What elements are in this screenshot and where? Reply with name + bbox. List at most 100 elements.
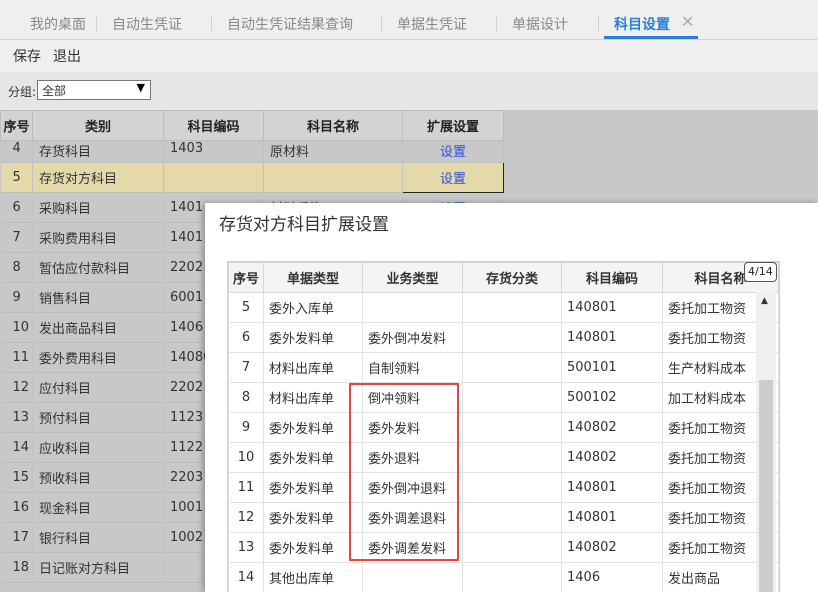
table-cell: 预收科目 <box>32 462 164 493</box>
table-cell[interactable] <box>462 532 562 563</box>
scroll-thumb[interactable] <box>759 380 773 592</box>
table-cell[interactable]: 委外发料单 <box>263 502 363 533</box>
table-cell[interactable]: 委外发料 <box>362 412 463 443</box>
table-cell[interactable]: 140801 <box>561 472 663 503</box>
table-cell[interactable]: 6 <box>228 322 264 353</box>
table-row[interactable]: 11 委外发料单 委外倒冲退料 140801 委托加工物资 <box>228 472 779 503</box>
table-cell[interactable] <box>462 472 562 503</box>
column-header: 扩展设置 <box>402 110 504 141</box>
tab-1[interactable]: 我的桌面 <box>30 14 86 34</box>
group-select-value: 全部 <box>42 84 67 98</box>
table-cell[interactable]: 5 <box>228 292 264 323</box>
table-cell[interactable]: 委外发料单 <box>263 322 363 353</box>
table-cell[interactable]: 13 <box>228 532 264 563</box>
table-cell[interactable]: 140802 <box>561 532 663 563</box>
column-header: 类别 <box>32 110 164 141</box>
table-row[interactable]: 12 委外发料单 委外调差退料 140801 委托加工物资 <box>228 502 779 533</box>
table-cell[interactable]: 8 <box>228 382 264 413</box>
table-cell <box>263 162 403 193</box>
table-cell[interactable]: 140802 <box>561 442 663 473</box>
table-cell[interactable]: 11 <box>228 472 264 503</box>
table-cell[interactable] <box>362 292 463 323</box>
table-cell[interactable]: 委外倒冲退料 <box>362 472 463 503</box>
table-cell[interactable]: 1406 <box>561 562 663 592</box>
table-cell[interactable]: 委外发料单 <box>263 472 363 503</box>
tab-4[interactable]: 单据生凭证 <box>397 14 467 34</box>
table-cell[interactable]: 委外调差退料 <box>362 502 463 533</box>
table-cell[interactable]: 自制领料 <box>362 352 463 383</box>
table-cell: 现金科目 <box>32 492 164 523</box>
table-cell: 委外费用科目 <box>32 342 164 373</box>
settings-link[interactable]: 设置 <box>402 140 504 163</box>
column-header: 单据类型 <box>263 262 363 293</box>
table-cell[interactable] <box>462 352 562 383</box>
extension-table: 序号 单据类型 业务类型 存货分类 科目编码 科目名称 5 委外入库单 140801 委托加工物… <box>228 262 779 592</box>
table-cell[interactable]: 140801 <box>561 322 663 353</box>
vertical-scrollbar[interactable]: ▲ <box>756 292 776 592</box>
table-row[interactable]: 6 委外发料单 委外倒冲发料 140801 委托加工物资 <box>228 322 779 353</box>
table-cell[interactable]: 9 <box>228 412 264 443</box>
table-cell <box>163 162 264 193</box>
tab-5[interactable]: 单据设计 <box>512 14 568 34</box>
table-row[interactable]: 9 委外发料单 委外发料 140802 委托加工物资 <box>228 412 779 443</box>
table-cell[interactable]: 140802 <box>561 412 663 443</box>
table-cell[interactable] <box>462 442 562 473</box>
table-cell[interactable]: 委外发料单 <box>263 412 363 443</box>
table-cell[interactable] <box>462 292 562 323</box>
table-cell[interactable] <box>362 562 463 592</box>
chevron-down-icon: ▼ <box>136 81 145 94</box>
column-header: 存货分类 <box>462 262 562 293</box>
tab-2[interactable]: 自动生凭证 <box>112 14 182 34</box>
tab-6[interactable]: 科目设置 <box>604 14 698 39</box>
tab-3[interactable]: 自动生凭证结果查询 <box>227 14 353 34</box>
save-button[interactable]: 保存 <box>13 46 41 66</box>
table-row[interactable]: 14 其他出库单 1406 发出商品 <box>228 562 779 592</box>
table-cell[interactable]: 140801 <box>561 292 663 323</box>
table-cell[interactable]: 倒冲领料 <box>362 382 463 413</box>
table-cell[interactable] <box>462 412 562 443</box>
table-cell[interactable] <box>462 322 562 353</box>
table-cell[interactable]: 委外发料单 <box>263 532 363 563</box>
table-row[interactable]: 5 存货对方科目 设置 <box>0 162 504 193</box>
table-cell[interactable] <box>462 502 562 533</box>
group-select[interactable]: 全部 ▼ <box>37 80 151 100</box>
table-cell[interactable]: 材料出库单 <box>263 382 363 413</box>
settings-link[interactable]: 设置 <box>402 162 504 193</box>
table-row[interactable]: 10 委外发料单 委外退料 140802 委托加工物资 <box>228 442 779 473</box>
table-cell: 12 <box>0 372 33 403</box>
table-row[interactable]: 4 存货科目 1403 原材料 设置 <box>0 140 504 163</box>
table-cell[interactable] <box>462 562 562 592</box>
table-cell[interactable]: 12 <box>228 502 264 533</box>
table-cell: 暂估应付款科目 <box>32 252 164 283</box>
table-cell[interactable]: 委外入库单 <box>263 292 363 323</box>
table-cell[interactable] <box>462 382 562 413</box>
exit-button[interactable]: 退出 <box>53 46 81 66</box>
table-cell[interactable]: 10 <box>228 442 264 473</box>
table-cell: 应付科目 <box>32 372 164 403</box>
table-cell[interactable]: 委外倒冲发料 <box>362 322 463 353</box>
table-cell[interactable]: 委外退料 <box>362 442 463 473</box>
table-cell[interactable]: 7 <box>228 352 264 383</box>
table-cell[interactable]: 500102 <box>561 382 663 413</box>
table-cell: 发出商品科目 <box>32 312 164 343</box>
table-cell: 预付科目 <box>32 402 164 433</box>
column-header: 序号 <box>0 110 33 141</box>
table-cell[interactable]: 委外发料单 <box>263 442 363 473</box>
table-cell[interactable]: 其他出库单 <box>263 562 363 592</box>
table-cell[interactable]: 140801 <box>561 502 663 533</box>
table-row[interactable]: 13 委外发料单 委外调差发料 140802 委托加工物资 <box>228 532 779 563</box>
scroll-up-icon[interactable]: ▲ <box>761 296 768 306</box>
table-row[interactable]: 8 材料出库单 倒冲领料 500102 加工材料成本 <box>228 382 779 413</box>
close-icon[interactable]: ✕ <box>681 12 694 31</box>
column-header: 科目编码 <box>163 110 264 141</box>
table-cell[interactable]: 500101 <box>561 352 663 383</box>
table-row[interactable]: 5 委外入库单 140801 委托加工物资 <box>228 292 779 323</box>
table-cell: 9 <box>0 282 33 313</box>
table-cell[interactable]: 材料出库单 <box>263 352 363 383</box>
table-cell[interactable]: 委外调差发料 <box>362 532 463 563</box>
table-cell: 18 <box>0 552 33 583</box>
table-row[interactable]: 7 材料出库单 自制领料 500101 生产材料成本 <box>228 352 779 383</box>
tab-bar: 我的桌面 自动生凭证 自动生凭证结果查询 单据生凭证 单据设计 科目设置 ✕ <box>0 0 818 40</box>
toolbar: 保存 退出 <box>0 40 818 72</box>
table-cell[interactable]: 14 <box>228 562 264 592</box>
